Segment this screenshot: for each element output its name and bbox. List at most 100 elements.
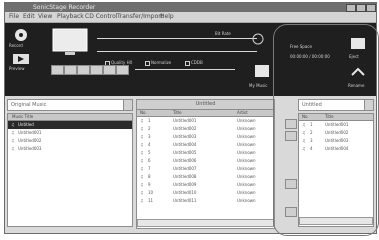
track-title: Untitled007 [173, 166, 197, 171]
level-line [97, 51, 257, 52]
music-icon: ♫ [140, 158, 144, 163]
music-icon: ♫ [140, 142, 144, 147]
track-title: Untitled008 [173, 174, 197, 179]
table-row[interactable]: ♫ 7 Untitled007 Unknown [137, 165, 274, 173]
record-label: Record [9, 43, 23, 48]
tracklist-scrollbar[interactable] [137, 219, 274, 227]
track-artist: Unknown [237, 118, 256, 123]
col-artist[interactable]: Artist [237, 110, 248, 116]
check-cddb-label: CDDB [191, 60, 203, 65]
track-artist: Unknown [237, 150, 256, 155]
table-row[interactable]: ♫ 2 Untitled002 Unknown [137, 125, 274, 133]
check-cddb[interactable]: CDDB [185, 60, 203, 66]
track-artist: Unknown [237, 134, 256, 139]
check-normalize-label: Normalize [151, 60, 172, 65]
library-item-selected[interactable]: ♫ Untitled [8, 121, 132, 129]
track-no: 6 [148, 158, 151, 163]
track-no: 3 [148, 134, 151, 139]
library-item-label: Untitled002 [18, 138, 42, 143]
chevron-down-icon[interactable] [123, 100, 132, 110]
track-no: 11 [148, 198, 154, 203]
rec-button[interactable] [116, 65, 129, 75]
track-no: 2 [148, 126, 151, 131]
minimize-button[interactable] [346, 4, 356, 12]
preview-label: Preview [9, 66, 25, 71]
music-icon: ♫ [140, 174, 144, 179]
stop-button[interactable] [90, 65, 103, 75]
timer-icon [252, 33, 264, 45]
my-library-icon[interactable] [253, 63, 271, 81]
monitor-icon [52, 28, 88, 55]
tracklist-pane: Untitled No. Title Artist ♫ 1 Untitled001 U… [136, 99, 275, 229]
next-button[interactable] [103, 65, 116, 75]
track-no: 8 [148, 174, 151, 179]
track-artist: Unknown [237, 142, 256, 147]
music-icon: ♫ [140, 126, 144, 131]
table-row[interactable]: ♫ 1 Untitled001 Unknown [137, 117, 274, 125]
title-bar: SonicStage Recorder [5, 3, 376, 12]
track-artist: Unknown [237, 190, 256, 195]
track-artist: Unknown [237, 198, 256, 203]
table-row[interactable]: ♫ 3 Untitled003 Unknown [137, 133, 274, 141]
track-title: Untitled006 [173, 158, 197, 163]
my-library-label: My Music [249, 83, 268, 88]
library-item[interactable]: ♫ Untitled001 [8, 129, 132, 137]
music-icon: ♫ [140, 166, 144, 171]
maximize-button[interactable] [356, 4, 366, 12]
table-row[interactable]: ♫ 10 Untitled010 Unknown [137, 189, 274, 197]
library-header-label: Music Title [12, 114, 34, 119]
track-title: Untitled003 [173, 134, 197, 139]
track-artist: Unknown [237, 166, 256, 171]
library-item-label: Untitled [18, 122, 34, 127]
tracklist-header: No. Title Artist [137, 110, 274, 117]
track-title: Untitled005 [173, 150, 197, 155]
track-no: 1 [148, 118, 151, 123]
track-no: 9 [148, 182, 151, 187]
track-title: Untitled002 [173, 126, 197, 131]
music-icon: ♫ [140, 198, 144, 203]
volume-slider[interactable] [135, 69, 235, 70]
table-row[interactable]: ♫ 11 Untitled011 Unknown [137, 197, 274, 205]
track-title: Untitled010 [173, 190, 197, 195]
music-icon: ♫ [140, 118, 144, 123]
menu-playback[interactable]: Playback [57, 12, 84, 22]
track-artist: Unknown [237, 182, 256, 187]
play-button[interactable] [64, 65, 77, 75]
music-icon: ♫ [140, 190, 144, 195]
menu-view[interactable]: View [38, 12, 52, 22]
track-artist: Unknown [237, 158, 256, 163]
menu-transfer[interactable]: Transfer/Import [117, 12, 163, 22]
table-row[interactable]: ♫ 4 Untitled004 Unknown [137, 141, 274, 149]
table-row[interactable]: ♫ 6 Untitled006 Unknown [137, 157, 274, 165]
library-item[interactable]: ♫ Untitled003 [8, 145, 132, 153]
progress-line [97, 38, 257, 39]
library-item[interactable]: ♫ Untitled002 [8, 137, 132, 145]
library-header: Music Title [8, 114, 132, 121]
menu-file[interactable]: File [9, 12, 19, 22]
menu-cd-control[interactable]: CD Control [85, 12, 117, 22]
menu-help[interactable]: Help [160, 12, 174, 22]
preview-icon[interactable] [12, 53, 30, 65]
track-title: Untitled011 [173, 198, 197, 203]
menu-bar: File Edit View Playback CD Control Trans… [5, 12, 376, 23]
library-item-label: Untitled003 [18, 146, 42, 151]
track-title: Untitled004 [173, 142, 197, 147]
record-icon[interactable] [12, 28, 30, 42]
table-row[interactable]: ♫ 9 Untitled009 Unknown [137, 181, 274, 189]
pause-button[interactable] [77, 65, 90, 75]
prev-button[interactable] [51, 65, 64, 75]
menu-edit[interactable]: Edit [23, 12, 35, 22]
track-artist: Unknown [237, 174, 256, 179]
check-normalize[interactable]: Normalize [145, 60, 171, 66]
close-button[interactable] [366, 4, 376, 12]
table-row[interactable]: ♫ 8 Untitled008 Unknown [137, 173, 274, 181]
table-row[interactable]: ♫ 5 Untitled005 Unknown [137, 149, 274, 157]
track-title: Untitled009 [173, 182, 197, 187]
track-no: 10 [148, 190, 154, 195]
col-no[interactable]: No. [140, 110, 147, 116]
library-combo-value: Original Music [11, 102, 47, 108]
track-no: 4 [148, 142, 151, 147]
col-title[interactable]: Title [173, 110, 182, 116]
library-combo[interactable]: Original Music [7, 99, 133, 111]
bitrate-label: Bit Rate [215, 31, 231, 36]
